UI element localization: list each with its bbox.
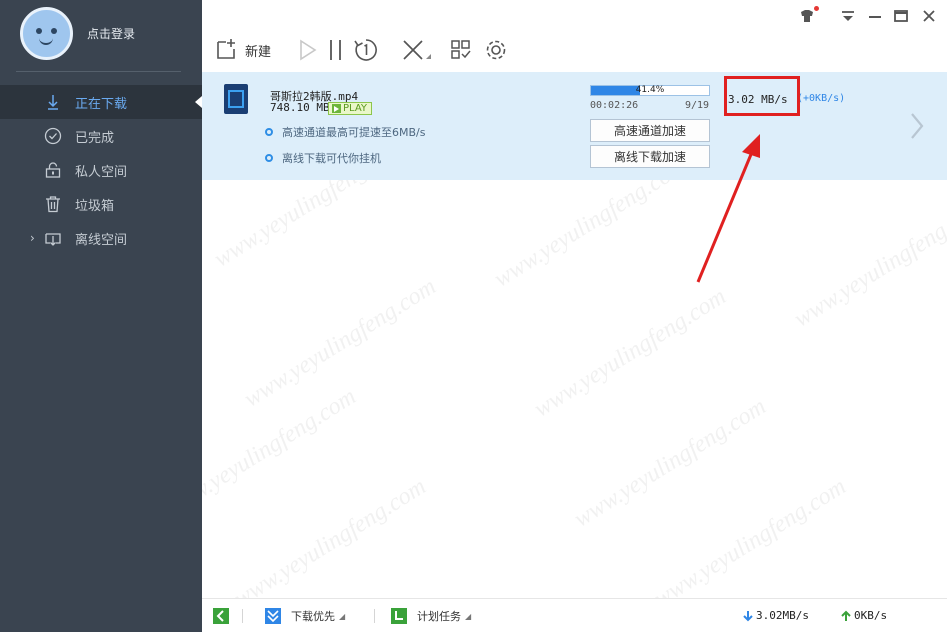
progress-bar: 41.4%	[590, 85, 710, 96]
lock-icon	[45, 162, 61, 178]
maximize-icon[interactable]	[892, 7, 910, 25]
trash-icon	[46, 196, 60, 213]
avatar[interactable]	[20, 7, 73, 60]
minimize-icon[interactable]	[866, 7, 884, 25]
watermark: www.yeyulingfeng.com	[239, 273, 441, 413]
schedule-icon	[391, 608, 407, 624]
sidebar-item-label: 离线空间	[75, 232, 128, 248]
watermark: www.yeyulingfeng.com	[649, 473, 851, 613]
accelerated-speed: (+0KB/s)	[797, 93, 846, 104]
sidebar-item-offline-space[interactable]: › 离线空间	[0, 221, 202, 255]
total-upload-speed-value: 0KB/s	[854, 609, 888, 622]
collapse-sidebar-icon[interactable]	[212, 607, 230, 625]
avatar-mouth	[39, 37, 53, 45]
total-upload-speed: 0KB/s	[840, 609, 887, 622]
progress-percent: 41.4%	[635, 85, 665, 95]
sidebar-item-downloading[interactable]: 正在下载	[0, 85, 202, 119]
total-download-speed: 3.02MB/s	[742, 609, 809, 622]
menu-icon[interactable]	[839, 7, 857, 25]
settings-icon[interactable]	[484, 38, 508, 62]
scheduled-task-button[interactable]: 计划任务 ◢	[390, 607, 471, 625]
sidebar-item-label: 正在下载	[75, 96, 128, 112]
download-priority-button[interactable]: 下载优先 ◢	[264, 607, 345, 625]
chevron-right-icon[interactable]	[910, 112, 924, 140]
sidebar-item-label: 私人空间	[75, 164, 128, 180]
avatar-eye	[36, 28, 42, 34]
watermark: www.yeyulingfeng.com	[229, 473, 431, 613]
check-circle-icon	[44, 127, 62, 145]
offline-download-icon	[45, 233, 61, 246]
watermark: www.yeyulingfeng.com	[789, 193, 947, 333]
priority-icon	[265, 608, 281, 624]
caret-down-icon: ◢	[339, 611, 346, 621]
scheduled-task-label: 计划任务	[417, 610, 461, 623]
close-icon[interactable]	[920, 7, 938, 25]
sidebar-nav: 正在下载 已完成 私人空间 垃圾箱 › 离线空间	[0, 85, 202, 255]
caret-down-icon: ◢	[465, 611, 472, 621]
watermark: www.yeyulingfeng.com	[529, 283, 731, 423]
toolbar: 新建	[202, 0, 947, 72]
arrow-down-icon	[743, 610, 753, 621]
offline-download-button[interactable]: 离线下载加速	[590, 145, 710, 168]
task-row[interactable]: 哥斯拉2韩版.mp4 748.10 MB PLAY 高速通道最高可提速至6MB/…	[202, 72, 947, 180]
video-file-icon	[224, 84, 248, 114]
login-link[interactable]: 点击登录	[87, 25, 135, 42]
sidebar-item-completed[interactable]: 已完成	[0, 119, 202, 153]
sidebar-item-trash[interactable]: 垃圾箱	[0, 187, 202, 221]
fast-channel-tip-text: 高速通道最高可提速至6MB/s	[282, 126, 426, 139]
delete-icon[interactable]	[402, 39, 432, 63]
pause-icon[interactable]	[328, 39, 344, 61]
sidebar-item-label: 已完成	[75, 130, 115, 146]
elapsed-time: 00:02:26	[590, 100, 639, 111]
offline-tip-text: 离线下载可代你挂机	[282, 152, 381, 165]
offline-tip: 离线下载可代你挂机	[265, 150, 381, 166]
skin-icon[interactable]	[798, 7, 816, 25]
sidebar-item-label: 垃圾箱	[75, 198, 115, 214]
grid-view-icon[interactable]	[450, 39, 472, 61]
bullet-icon	[265, 154, 273, 162]
bullet-icon	[265, 128, 273, 136]
new-task-button[interactable]: 新建	[245, 41, 271, 60]
new-task-icon[interactable]	[216, 38, 238, 60]
sidebar: 点击登录 正在下载 已完成 私人空间 垃圾箱 › 离线空间	[0, 0, 202, 632]
watermark: www.yeyulingfeng.com	[569, 393, 771, 533]
fast-channel-button[interactable]: 高速通道加速	[590, 119, 710, 142]
task-file-size: 748.10 MB	[270, 101, 330, 114]
arrow-up-icon	[841, 610, 851, 621]
sidebar-divider	[16, 71, 181, 72]
sidebar-item-private-space[interactable]: 私人空间	[0, 153, 202, 187]
annotation-highlight-box	[724, 76, 800, 116]
total-download-speed-value: 3.02MB/s	[756, 609, 809, 622]
avatar-eye	[51, 28, 57, 34]
pieces-count: 9/19	[685, 100, 710, 111]
expand-arrow-icon[interactable]: ›	[30, 231, 35, 245]
status-divider	[242, 609, 243, 623]
play-button[interactable]: PLAY	[328, 102, 373, 115]
limit-speed-icon[interactable]	[354, 38, 378, 62]
start-icon[interactable]	[298, 39, 318, 61]
fast-channel-tip: 高速通道最高可提速至6MB/s	[265, 124, 425, 140]
download-priority-label: 下载优先	[291, 610, 335, 623]
download-icon	[48, 95, 58, 110]
status-divider	[374, 609, 375, 623]
status-bar: 下载优先 ◢ 计划任务 ◢ 3.02MB/s 0KB/s	[202, 598, 947, 632]
